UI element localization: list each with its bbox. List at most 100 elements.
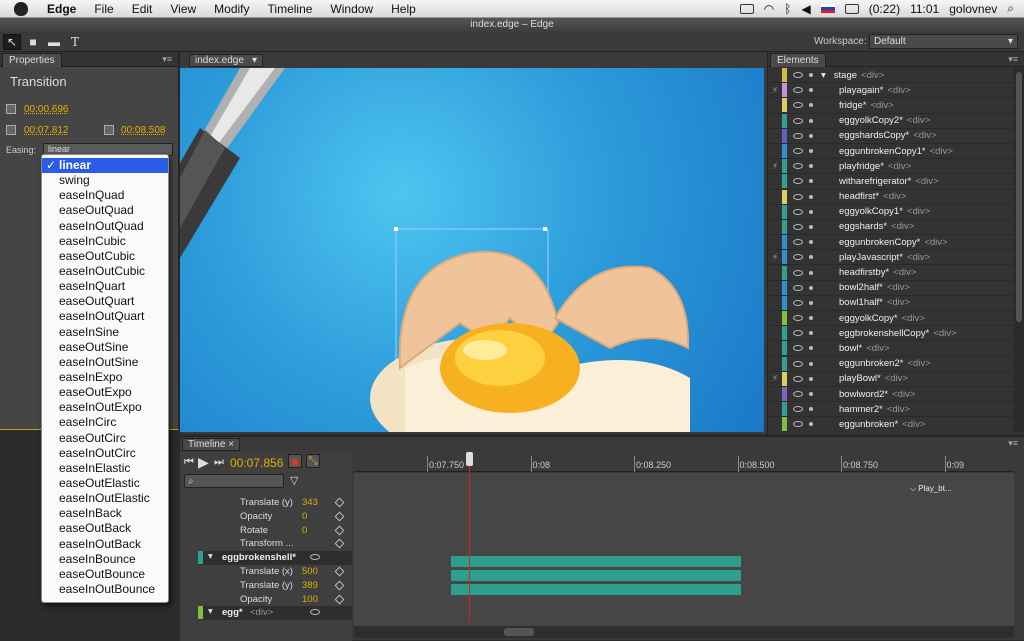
- keyframe-diamond-icon[interactable]: [334, 538, 345, 549]
- element-row[interactable]: eggunbrokenCopy* <div>: [768, 235, 1015, 251]
- lock-dot-icon[interactable]: [809, 270, 813, 275]
- lock-dot-icon[interactable]: [809, 316, 813, 321]
- visibility-eye-icon[interactable]: [793, 315, 803, 322]
- visibility-eye-icon[interactable]: [793, 330, 803, 337]
- element-row[interactable]: ▾ stage <div>: [768, 68, 1015, 84]
- rectangle-tool-icon[interactable]: ■: [24, 34, 42, 50]
- element-row[interactable]: eggunbroken* <div>: [768, 417, 1015, 432]
- menu-file[interactable]: File: [85, 2, 122, 16]
- lock-dot-icon[interactable]: [809, 224, 813, 229]
- easing-option[interactable]: easeInOutQuart: [42, 309, 168, 324]
- go-to-end-icon[interactable]: ⏭: [214, 456, 224, 469]
- tab-menu-icon[interactable]: ▾: [252, 55, 257, 66]
- visibility-eye-icon[interactable]: [793, 345, 803, 352]
- menu-timeline[interactable]: Timeline: [259, 2, 322, 16]
- action-icon[interactable]: ⚡: [768, 252, 782, 263]
- duration-field[interactable]: 00:00.696: [24, 104, 69, 115]
- visibility-eye-icon[interactable]: [793, 223, 803, 230]
- scrollbar-thumb[interactable]: [504, 628, 534, 636]
- menu-edit[interactable]: Edit: [123, 2, 162, 16]
- easing-option[interactable]: easeOutCirc: [42, 431, 168, 446]
- go-to-start-icon[interactable]: ⏮: [184, 456, 194, 469]
- visibility-eye-icon[interactable]: [793, 178, 803, 185]
- element-row[interactable]: ⚡ playJavascript* <div>: [768, 250, 1015, 266]
- menu-modify[interactable]: Modify: [205, 2, 258, 16]
- lock-dot-icon[interactable]: [809, 285, 813, 290]
- keyframe-diamond-icon[interactable]: [334, 525, 345, 536]
- start-time-field[interactable]: 00:07.812: [24, 125, 69, 136]
- lock-dot-icon[interactable]: [809, 73, 813, 78]
- workspace-select[interactable]: Default ▾: [869, 34, 1018, 49]
- element-row[interactable]: eggyolkCopy* <div>: [768, 311, 1015, 327]
- easing-option[interactable]: easeOutQuart: [42, 294, 168, 309]
- clock[interactable]: 11:01: [910, 2, 939, 16]
- row-value[interactable]: 0: [302, 511, 307, 522]
- user-name[interactable]: golovnev: [949, 2, 997, 16]
- lock-dot-icon[interactable]: [809, 164, 813, 169]
- bluetooth-icon[interactable]: ᛒ: [784, 2, 791, 16]
- playhead-handle[interactable]: [466, 452, 473, 466]
- easing-option[interactable]: easeInQuart: [42, 279, 168, 294]
- row-value[interactable]: 343: [302, 497, 318, 508]
- eggbrokenshell-track-bar[interactable]: [451, 556, 741, 567]
- easing-option[interactable]: easeInOutExpo: [42, 400, 168, 415]
- easing-option[interactable]: easeOutElastic: [42, 476, 168, 491]
- tab-index-edge[interactable]: index.edge ▾: [189, 54, 263, 67]
- lock-dot-icon[interactable]: [809, 88, 813, 93]
- visibility-eye-icon[interactable]: [793, 299, 803, 306]
- element-row[interactable]: ⚡ playagain* <div>: [768, 83, 1015, 99]
- visibility-eye-icon[interactable]: [793, 117, 803, 124]
- visibility-eye-icon[interactable]: [793, 269, 803, 276]
- element-row[interactable]: fridge* <div>: [768, 98, 1015, 114]
- keyframe-diamond-icon[interactable]: [334, 511, 345, 522]
- easing-option[interactable]: easeInOutCirc: [42, 446, 168, 461]
- element-row[interactable]: eggshardsCopy* <div>: [768, 128, 1015, 144]
- lock-dot-icon[interactable]: [809, 331, 813, 336]
- hammer-image[interactable]: [180, 68, 285, 258]
- visibility-eye-icon[interactable]: [793, 375, 803, 382]
- timeline-scrollbar[interactable]: [354, 626, 1014, 638]
- timeline-property-row[interactable]: Translate (y) 389: [198, 579, 352, 593]
- lock-dot-icon[interactable]: [809, 361, 813, 366]
- visibility-eye-icon[interactable]: [793, 132, 803, 139]
- easing-option[interactable]: easeOutBack: [42, 521, 168, 536]
- play-icon[interactable]: ▶: [198, 454, 209, 471]
- row-value[interactable]: 100: [302, 594, 318, 605]
- easing-option[interactable]: easeInSine: [42, 325, 168, 340]
- element-row[interactable]: eggyolkCopy1* <div>: [768, 204, 1015, 220]
- rounded-rectangle-tool-icon[interactable]: ▬: [45, 34, 63, 50]
- easing-option[interactable]: easeOutExpo: [42, 385, 168, 400]
- lock-dot-icon[interactable]: [809, 149, 813, 154]
- element-row[interactable]: eggbrokenshellCopy* <div>: [768, 326, 1015, 342]
- easing-option[interactable]: easeOutBounce: [42, 567, 168, 582]
- visibility-eye-icon[interactable]: [793, 87, 803, 94]
- spotlight-search-icon[interactable]: ⌕: [1007, 1, 1014, 16]
- easing-option[interactable]: ✓ linear: [42, 158, 168, 174]
- element-row[interactable]: headfirst* <div>: [768, 189, 1015, 205]
- display-icon[interactable]: [739, 3, 754, 14]
- visibility-eye-icon[interactable]: [793, 163, 803, 170]
- visibility-eye-icon[interactable]: [793, 360, 803, 367]
- translate-x-transition-bar[interactable]: [451, 570, 741, 581]
- filter-icon[interactable]: ▽: [290, 474, 298, 487]
- lock-dot-icon[interactable]: [809, 376, 813, 381]
- row-value[interactable]: 389: [302, 580, 318, 591]
- volume-icon[interactable]: ◀: [801, 2, 810, 16]
- easing-option[interactable]: easeInOutCubic: [42, 264, 168, 279]
- easing-option[interactable]: easeOutQuad: [42, 203, 168, 218]
- expand-chevron-icon[interactable]: ▾: [208, 551, 213, 562]
- element-row[interactable]: bowl2half* <div>: [768, 280, 1015, 296]
- visibility-eye-icon[interactable]: [793, 193, 803, 200]
- easing-option[interactable]: easeInElastic: [42, 461, 168, 476]
- easing-option[interactable]: easeInExpo: [42, 370, 168, 385]
- lock-dot-icon[interactable]: [809, 194, 813, 199]
- visibility-eye-icon[interactable]: [310, 609, 320, 616]
- timeline-property-row[interactable]: Translate (y) 343: [198, 496, 352, 510]
- easing-option[interactable]: swing: [42, 173, 168, 188]
- selection-handle[interactable]: [394, 227, 398, 231]
- battery-icon[interactable]: [844, 3, 859, 14]
- timeline-label-marker[interactable]: ⌵ Play_bt...: [910, 484, 952, 494]
- element-row[interactable]: eggunbroken2* <div>: [768, 356, 1015, 372]
- text-tool-icon[interactable]: T: [66, 34, 84, 50]
- easing-option[interactable]: easeInOutBounce: [42, 582, 168, 597]
